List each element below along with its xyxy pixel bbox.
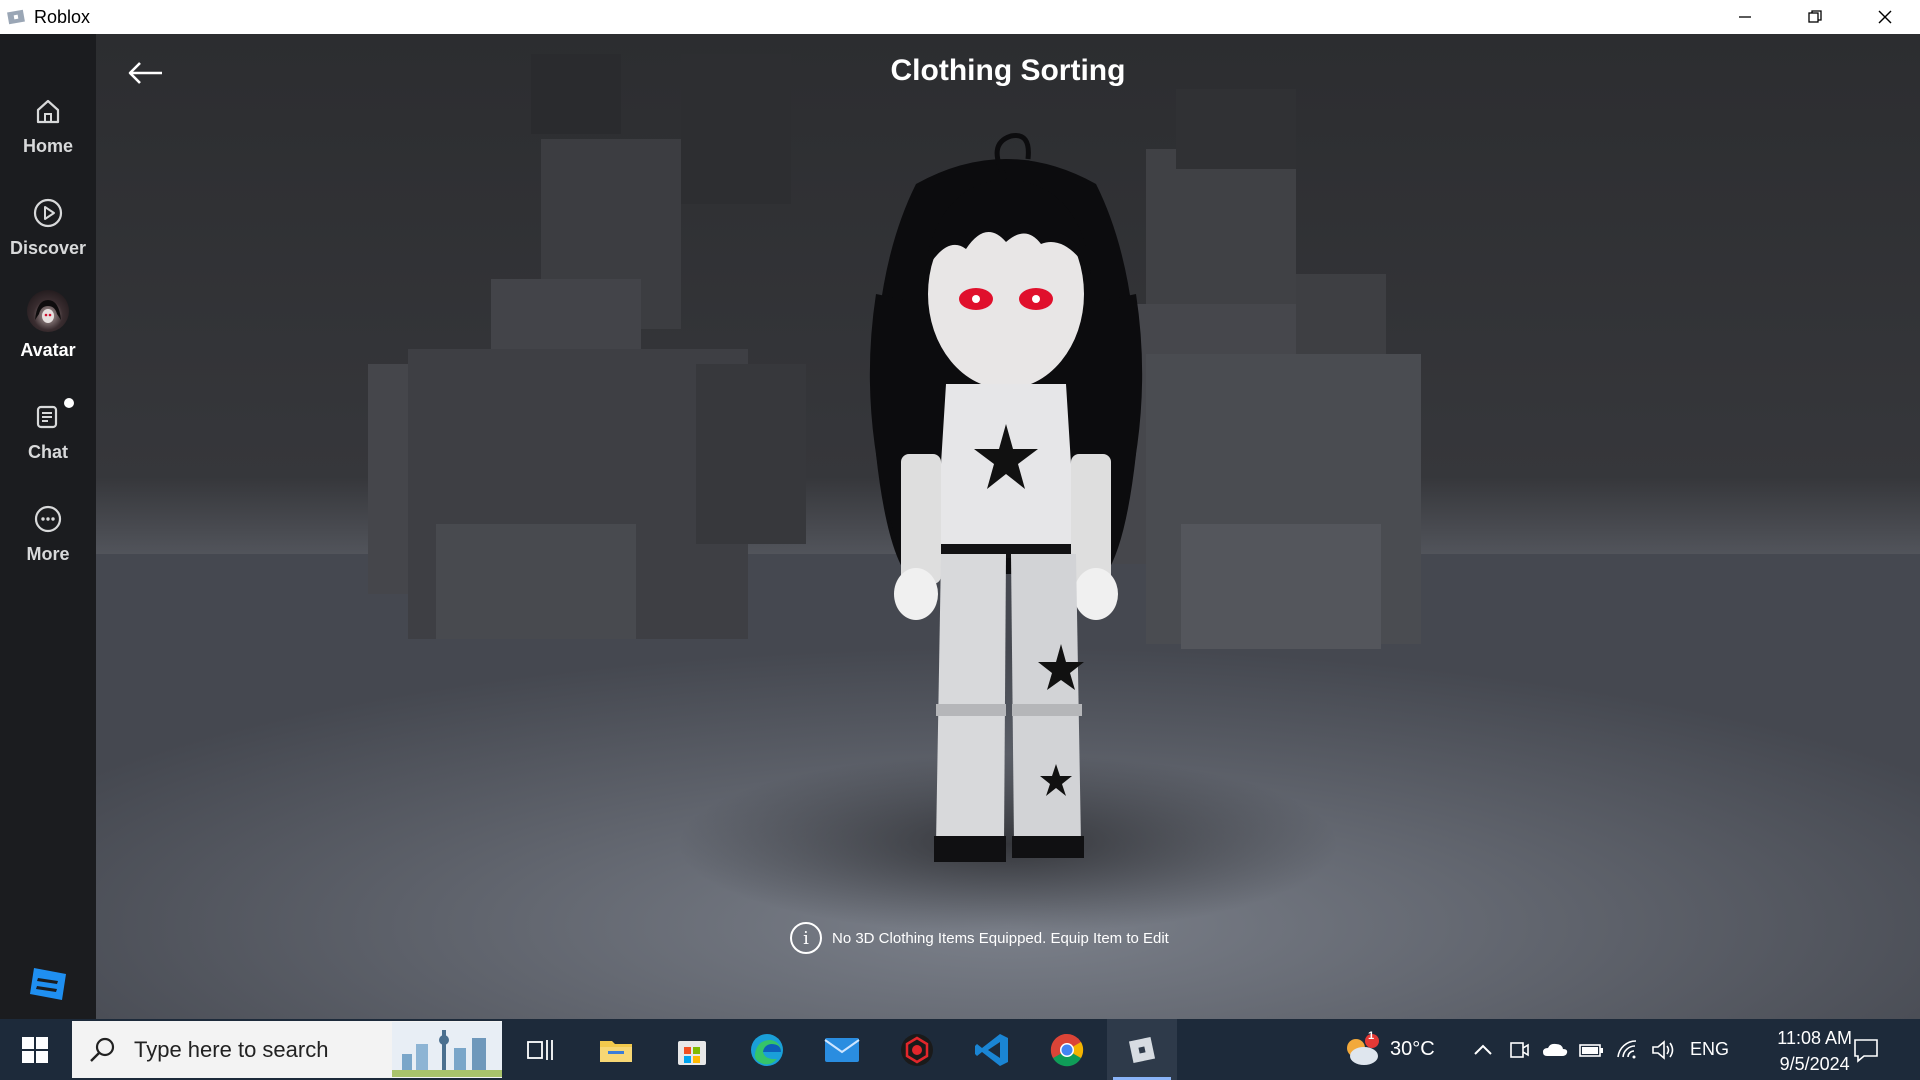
window-title: Roblox	[34, 6, 91, 27]
weather-temp: 30°C	[1390, 1038, 1435, 1060]
wifi-icon[interactable]	[1615, 1039, 1641, 1061]
taskbar-vscode[interactable]	[962, 1019, 1022, 1080]
edge-icon	[751, 1033, 783, 1066]
taskbar-file-explorer[interactable]	[586, 1019, 646, 1080]
task-view-button[interactable]	[510, 1019, 570, 1080]
mail-icon	[824, 1037, 860, 1062]
roblox-app-icon	[7, 9, 25, 25]
sidebar-item-label: Discover	[9, 238, 87, 258]
clock-time: 11:08 AM	[1777, 1028, 1852, 1048]
roblox-logo-icon[interactable]	[28, 964, 68, 1004]
task-view-icon	[527, 1039, 553, 1060]
search-icon	[90, 1037, 115, 1062]
folder-icon	[600, 1040, 632, 1062]
sidebar-item-label: More	[26, 544, 70, 564]
taskbar-mail[interactable]	[812, 1019, 872, 1080]
chevron-up-icon[interactable]	[1470, 1040, 1496, 1060]
back-arrow-icon[interactable]	[126, 58, 166, 88]
taskbar-search-box[interactable]: Type here to search	[72, 1021, 502, 1078]
clock-date: 9/5/2024	[1779, 1054, 1850, 1074]
page-title: Clothing Sorting	[890, 54, 1126, 87]
weather-cloud-sun-icon	[1347, 1033, 1379, 1065]
weather-widget[interactable]: 1 30°C	[1342, 1019, 1435, 1080]
info-message: i No 3D Clothing Items Equipped. Equip I…	[790, 922, 1169, 954]
sidebar-item-label: Home	[22, 136, 73, 156]
battery-icon[interactable]	[1578, 1040, 1606, 1060]
sidebar-item-avatar[interactable]: Avatar	[0, 282, 96, 372]
taskbar-red-app[interactable]	[887, 1019, 947, 1080]
more-icon	[31, 502, 65, 536]
sidebar-item-more[interactable]: More	[0, 490, 96, 580]
window-titlebar: Roblox	[0, 0, 1920, 34]
input-language[interactable]: ENG	[1690, 1019, 1729, 1080]
sidebar-item-label: Avatar	[20, 340, 76, 360]
minimize-button[interactable]	[1710, 0, 1780, 34]
windows-taskbar: Type here to search 1 30°C ENG 11:08 AM …	[0, 1019, 1920, 1080]
search-placeholder: Type here to search	[134, 1036, 329, 1062]
chat-icon	[31, 400, 65, 434]
info-message-text: No 3D Clothing Items Equipped. Equip Ite…	[832, 929, 1169, 947]
info-icon: i	[790, 922, 822, 954]
volume-icon[interactable]	[1650, 1039, 1676, 1061]
avatar-thumbnail	[27, 290, 69, 332]
sidebar-item-home[interactable]: Home	[0, 82, 96, 172]
avatar-face-icon	[35, 300, 61, 323]
vscode-icon	[975, 1033, 1008, 1066]
close-window-button[interactable]	[1850, 0, 1920, 34]
red-hexagon-app-icon	[901, 1033, 933, 1066]
restore-button[interactable]	[1780, 0, 1850, 34]
chrome-icon	[1050, 1033, 1084, 1066]
search-highlight-cityscape-icon	[392, 1022, 502, 1077]
sidebar: Home Discover Avatar Chat More	[0, 34, 96, 1019]
meet-now-icon[interactable]	[1508, 1038, 1530, 1062]
roblox-taskbar-icon	[1128, 1036, 1156, 1063]
chat-unread-dot	[64, 398, 74, 408]
taskbar-clock[interactable]: 11:08 AM 9/5/2024	[1777, 1025, 1852, 1077]
sidebar-item-chat[interactable]: Chat	[0, 388, 96, 478]
sidebar-item-discover[interactable]: Discover	[0, 184, 96, 274]
start-button[interactable]	[0, 1019, 70, 1080]
taskbar-edge[interactable]	[737, 1019, 797, 1080]
onedrive-cloud-icon[interactable]	[1541, 1040, 1569, 1060]
avatar-model	[869, 132, 1143, 862]
taskbar-microsoft-store[interactable]	[662, 1019, 722, 1080]
restore-icon	[1808, 10, 1822, 23]
sidebar-item-label: Chat	[28, 442, 68, 462]
weather-badge: 1	[1368, 1030, 1375, 1042]
store-icon	[678, 1040, 706, 1065]
windows-logo-icon	[22, 1036, 48, 1063]
home-icon	[31, 94, 65, 128]
taskbar-roblox[interactable]	[1107, 1019, 1177, 1080]
avatar-3d-viewport[interactable]: Clothing Sorting i No 3D Clothing Items …	[96, 34, 1920, 1019]
minimize-icon	[1739, 16, 1751, 18]
notifications-icon[interactable]	[1852, 1037, 1880, 1063]
play-circle-icon	[31, 196, 65, 230]
taskbar-chrome[interactable]	[1037, 1019, 1097, 1080]
close-icon	[1878, 10, 1892, 24]
